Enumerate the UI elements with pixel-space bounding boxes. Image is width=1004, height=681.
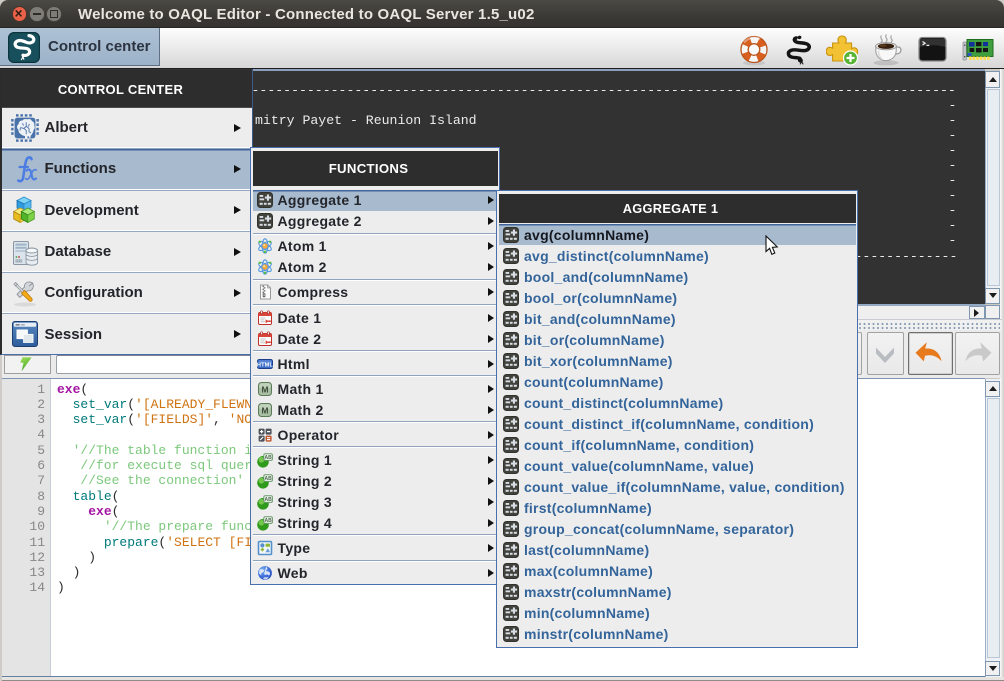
svg-text:HTML: HTML: [257, 362, 273, 368]
svg-text:AB: AB: [264, 455, 272, 461]
svg-text:AB: AB: [264, 476, 272, 482]
svg-text:AB: AB: [264, 497, 272, 503]
svg-text:M: M: [261, 405, 268, 415]
svg-text:M: M: [261, 384, 268, 394]
svg-text:AB: AB: [264, 518, 272, 524]
